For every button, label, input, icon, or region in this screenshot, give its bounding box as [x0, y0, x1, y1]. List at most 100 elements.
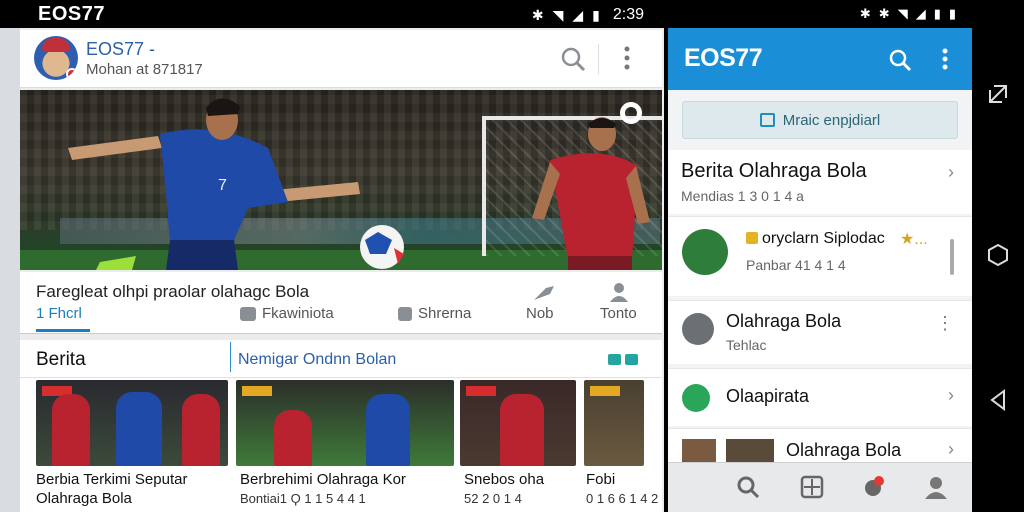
action-button-label: Mraic enpjdiarl	[782, 111, 881, 129]
vibrate-icon: ✱	[878, 6, 890, 21]
news-card-2-image[interactable]	[236, 380, 454, 466]
grid-nav-icon[interactable]	[800, 475, 824, 499]
card-2-title-line-1: Berbrehimi Olahraga Kor	[240, 471, 406, 488]
list-item-label: Olahraga Bola	[786, 440, 902, 460]
bottom-nav	[668, 462, 972, 512]
avatar[interactable]	[34, 36, 78, 80]
tab-2-label: Fkawiniota	[262, 305, 334, 322]
hero-image[interactable]: 7	[20, 90, 662, 270]
status-bar: EOS77 ✱ ◥ ◢ ▮ 2:39	[0, 0, 664, 28]
status-bar-right: ✱ ✱ ◥ ◢ ▮ ▮	[668, 0, 972, 28]
signal-icon: ◢	[915, 6, 926, 21]
status-brand: EOS77	[38, 3, 105, 25]
card-label	[590, 386, 620, 396]
news-card-3-image[interactable]	[460, 380, 576, 466]
home-icon[interactable]	[986, 243, 1010, 267]
more-vert-icon[interactable]	[624, 46, 630, 70]
more-vert-icon[interactable]	[942, 48, 948, 70]
list-item[interactable]: Olahraga Bola Tehlac ⋮	[668, 300, 972, 364]
list-item[interactable]: Olahraga Bola ›	[668, 428, 972, 465]
section-header[interactable]: Berita Olahraga Bola Mendias 1 3 0 1 4 a…	[668, 150, 972, 214]
player-figure	[116, 392, 162, 466]
list-item[interactable]: oryclarn Siplodac ★... Panbar 41 4 1 4	[668, 216, 972, 296]
search-icon[interactable]	[888, 48, 912, 72]
wifi-icon: ◥	[552, 6, 564, 23]
news-card-2-title[interactable]: Berbrehimi Olahraga Kor Bontiai1 Ϙ 1 1 5…	[240, 470, 406, 508]
system-nav-bar	[972, 0, 1024, 512]
bluetooth-icon: ✱	[531, 6, 544, 23]
search-icon[interactable]	[560, 46, 586, 72]
svg-text:7: 7	[218, 177, 227, 194]
card-4-meta: 0 1 6 6 1 4 2	[586, 491, 659, 506]
chevron-right-icon: ›	[948, 162, 954, 182]
prev-icon[interactable]	[608, 354, 621, 365]
settings-icon[interactable]	[620, 102, 642, 124]
share-icon[interactable]	[532, 284, 556, 302]
next-icon[interactable]	[625, 354, 638, 365]
star-icon: ★...	[900, 231, 928, 248]
player-figure	[52, 394, 90, 466]
section-subtitle: Mendias 1 3 0 1 4 a	[681, 188, 804, 204]
card-label	[466, 386, 496, 396]
chat-icon	[240, 306, 256, 321]
section-divider	[230, 342, 231, 372]
football-players-illustration: 7	[68, 98, 650, 270]
back-icon[interactable]	[986, 388, 1010, 412]
list-item-sub: Tehlac	[726, 337, 767, 353]
tab-4[interactable]: Nob	[526, 305, 554, 322]
tab-2[interactable]: Fkawiniota	[240, 305, 334, 322]
card-3-meta: 52 2 0 1 4	[464, 491, 522, 506]
app-bar-subtitle: Mohan at 871817	[86, 61, 203, 78]
player-figure	[500, 394, 544, 466]
news-card-4-title[interactable]: Fobi 0 1 6 6 1 4 2	[586, 470, 658, 508]
status-time: 2:39	[612, 6, 644, 23]
tab-bar-heading: Faregleat olhpi praolar olahagc Bola	[36, 282, 310, 301]
tab-5[interactable]: Tonto	[600, 305, 637, 322]
player-figure	[274, 410, 312, 466]
more-vert-icon[interactable]: ⋮	[936, 314, 954, 332]
divider	[598, 44, 599, 74]
chevron-right-icon: ›	[948, 439, 954, 459]
news-card-3-title[interactable]: Snebos oha 52 2 0 1 4	[464, 470, 544, 508]
tab-3-label: Shrerna	[418, 305, 472, 322]
news-section: Berita Nemigar Ondnn Bolan Berbia Terkim…	[20, 340, 662, 512]
news-section-title: Berita	[36, 349, 86, 370]
card-1-title-line-2: Olahraga Bola	[36, 490, 132, 507]
news-card-1-title[interactable]: Berbia Terkimi Seputar Olahraga Bola	[36, 470, 187, 508]
side-panel-edge	[0, 28, 20, 512]
news-card-4-image[interactable]	[584, 380, 644, 466]
battery-icon: ▮	[933, 6, 941, 21]
card-1-title-line-1: Berbia Terkimi Seputar	[36, 471, 188, 488]
tab-bar: Faregleat olhpi praolar olahagc Bola 1 F…	[20, 272, 662, 334]
card-3-title-line-1: Snebos oha	[464, 471, 545, 488]
team-logo-icon	[682, 229, 728, 275]
news-card-1-image[interactable]	[36, 380, 228, 466]
action-button[interactable]: Mraic enpjdiarl	[682, 101, 958, 139]
card-label	[242, 386, 272, 396]
battery-icon: ▮	[948, 6, 956, 21]
right-phone: ✱ ✱ ◥ ◢ ▮ ▮ EOS77 Mraic enpjdiarl Berita…	[668, 0, 972, 512]
list-item-label: Olahraga Bola	[726, 311, 842, 331]
section-line	[20, 377, 662, 378]
badge-icon	[746, 232, 758, 244]
tab-1[interactable]: 1 Fhcrl	[36, 305, 82, 322]
chat-bubble-icon	[682, 313, 714, 345]
search-nav-icon[interactable]	[736, 475, 760, 499]
bluetooth-icon: ✱	[859, 6, 871, 21]
recents-icon[interactable]	[986, 82, 1010, 106]
carousel-controls[interactable]	[608, 354, 638, 365]
left-phone: EOS77 ✱ ◥ ◢ ▮ 2:39 EOS77 - Mohan at 8718…	[0, 0, 664, 512]
profile-nav-icon[interactable]	[924, 475, 948, 499]
tab-3[interactable]: Shrerna	[398, 305, 471, 322]
screenshot-root: EOS77 ✱ ◥ ◢ ▮ 2:39 EOS77 - Mohan at 8718…	[0, 0, 1024, 512]
player-figure	[182, 394, 220, 466]
battery-icon: ▮	[592, 6, 600, 23]
notifications-nav-icon[interactable]	[862, 475, 886, 499]
person-icon[interactable]	[608, 282, 630, 302]
scrollbar[interactable]	[950, 239, 954, 275]
app-bar: EOS77 - Mohan at 871817	[20, 30, 662, 88]
list-item-label: oryclarn Siplodac	[762, 230, 885, 247]
section-title: Berita Olahraga Bola	[681, 160, 867, 182]
active-tab-indicator	[36, 329, 90, 332]
list-item[interactable]: Olaapirata ›	[668, 368, 972, 426]
